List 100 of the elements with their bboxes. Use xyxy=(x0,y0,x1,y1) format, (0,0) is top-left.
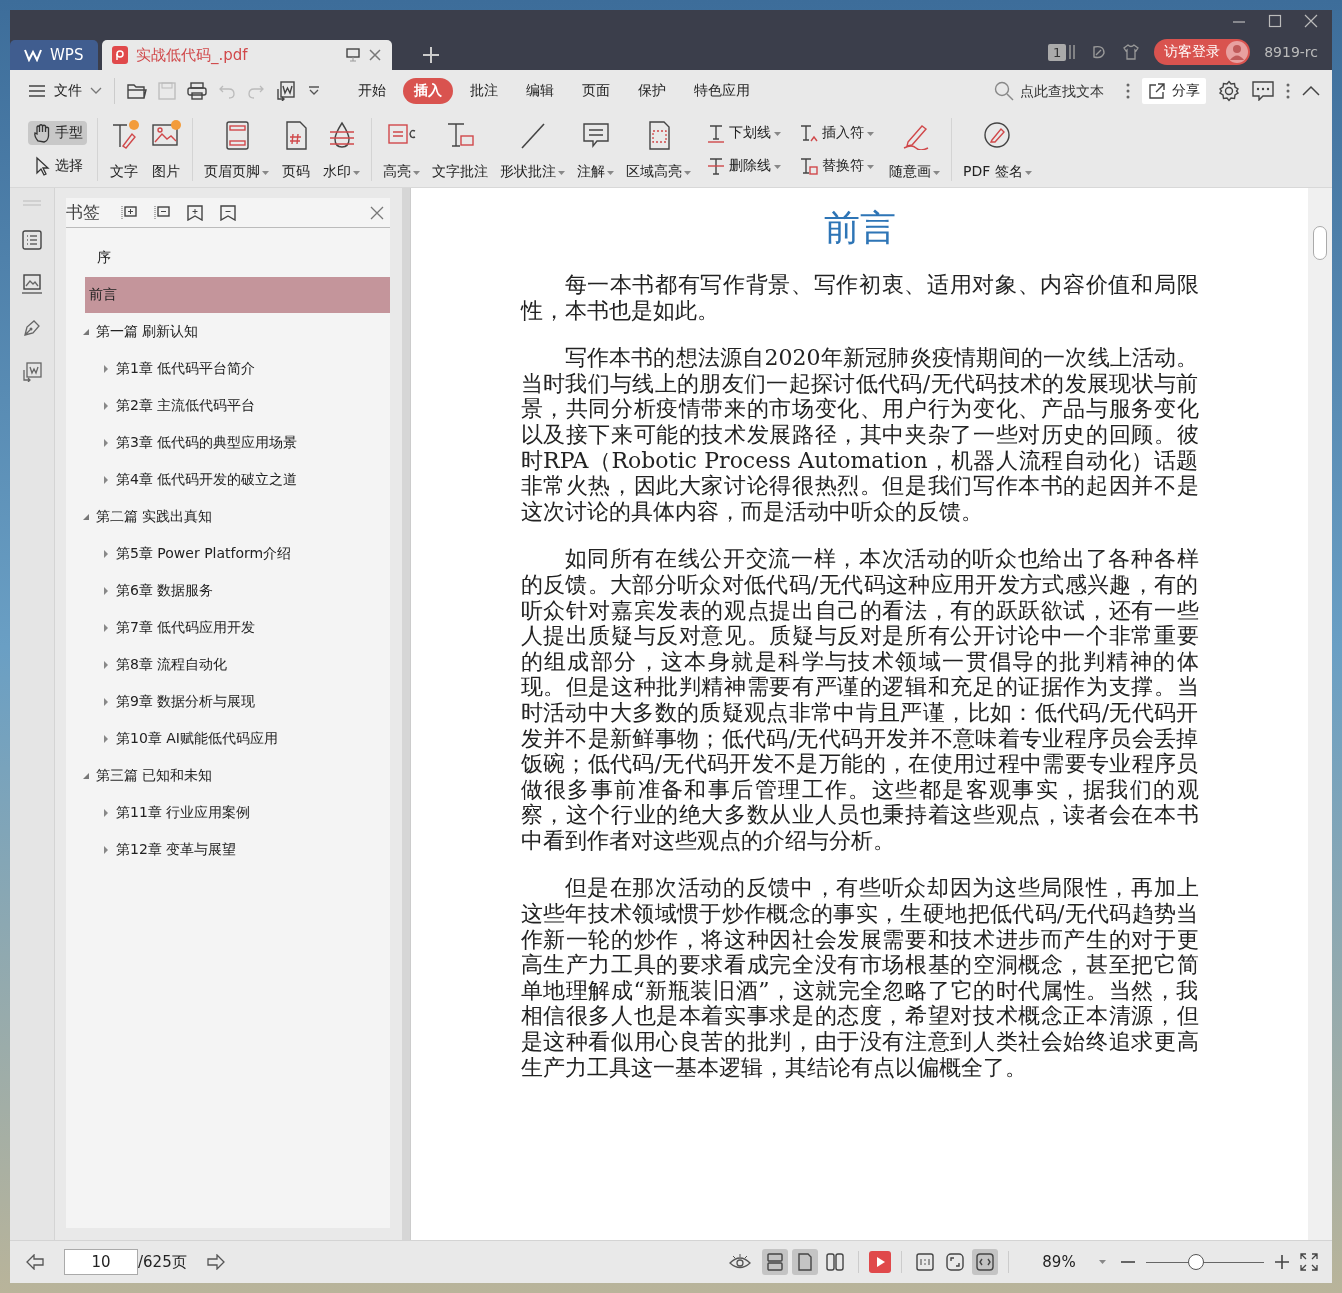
share-button[interactable]: 分享 xyxy=(1142,78,1206,104)
tab[interactable]: 实战低代码_.pdf xyxy=(102,40,392,70)
bookmark-item[interactable]: 第4章 低代码开发的破立之道 xyxy=(74,462,390,498)
caret-icon[interactable] xyxy=(1099,1260,1106,1264)
bookmark-item[interactable]: 第1章 低代码平台简介 xyxy=(74,351,390,387)
user-name: 8919-rc xyxy=(1264,44,1318,60)
collapse-all-icon[interactable] xyxy=(154,204,170,221)
bookmark-item[interactable]: 第二篇 实践出真知 xyxy=(74,499,390,535)
scrollbar[interactable] xyxy=(1308,188,1332,1240)
menu-tab[interactable]: 开始 xyxy=(347,78,397,104)
menu-tab[interactable]: 特色应用 xyxy=(683,78,761,104)
tool-button[interactable]: 删除线 xyxy=(702,154,785,179)
bookmark-item[interactable]: 第10章 AI赋能低代码应用 xyxy=(74,721,390,757)
paragraph: 每一本书都有写作背景、写作初衷、适用对象、内容价值和局限性，本书也是如此。 xyxy=(520,272,1199,324)
shirt-icon[interactable] xyxy=(1122,43,1141,61)
bookmark-item[interactable]: 第5章 Power Platform介绍 xyxy=(74,536,390,572)
window-count-badge[interactable]: 1 xyxy=(1047,43,1077,61)
export-icon[interactable] xyxy=(22,362,42,382)
bookmark-item[interactable]: 第2章 主流低代码平台 xyxy=(74,388,390,424)
expanded-triangle-icon xyxy=(82,772,90,780)
menu-tab[interactable]: 页面 xyxy=(571,78,621,104)
scrollbar-thumb[interactable] xyxy=(1313,226,1327,260)
bookmark-item[interactable]: 第三篇 已知和未知 xyxy=(74,758,390,794)
fullscreen-icon[interactable] xyxy=(1300,1253,1318,1271)
more-icon[interactable] xyxy=(1126,82,1130,100)
page-number-field[interactable]: 10 xyxy=(64,1249,138,1275)
eye-icon[interactable] xyxy=(728,1253,752,1271)
tool-button[interactable]: 图片 xyxy=(146,116,186,183)
maximize-icon[interactable] xyxy=(1268,14,1282,28)
zoom-in-icon[interactable] xyxy=(1274,1254,1290,1270)
tool-button[interactable]: 区域高亮 xyxy=(621,116,696,183)
tool-button[interactable]: 选择 xyxy=(28,154,87,179)
image-icon[interactable] xyxy=(22,274,42,294)
stacked-pages-icon xyxy=(1068,44,1077,60)
fit-mode-button[interactable] xyxy=(972,1249,998,1275)
dropdown-icon[interactable] xyxy=(307,85,321,97)
menu-tab[interactable]: 批注 xyxy=(459,78,509,104)
bookmark-item[interactable]: 第8章 流程自动化 xyxy=(74,647,390,683)
expanded-triangle-icon xyxy=(82,328,90,336)
collapse-chevron-icon[interactable] xyxy=(1302,85,1320,97)
chat-icon[interactable] xyxy=(1252,81,1274,101)
paragraph: 写作本书的想法源自2020年新冠肺炎疫情期间的一次线上活动。当时我们与线上的朋友们一起探讨低代码/无代码技术的发展现状与前景，共同分析疫情带来的市场变化、用户行为变化、产品与服务变化以及接下来可能的技术发展路径，其中夹杂了一些对历史的回顾。彼时RPA（Robotic Process Automation，机器人流程自动化）话题非常火热，因此大家讨论得很热烈。但是我们写作本书的起因并不是这次讨论的具体内容，而是活动中听众的反馈。 xyxy=(520,345,1199,525)
caret-icon xyxy=(90,87,102,95)
monitor-icon[interactable] xyxy=(346,48,360,62)
view-mode-button[interactable] xyxy=(762,1249,788,1275)
tool-button[interactable]: PDF 签名 xyxy=(958,116,1037,183)
tool-button[interactable]: 水印 xyxy=(318,116,365,183)
tool-button[interactable]: 高亮 xyxy=(378,116,425,183)
expand-all-icon[interactable] xyxy=(121,204,137,221)
bookmark-item[interactable]: 第12章 变革与展望 xyxy=(74,832,390,868)
tool-button[interactable]: 形状批注 xyxy=(495,116,570,183)
tool-button[interactable]: 页眉页脚 xyxy=(199,116,274,183)
tool-button[interactable]: 随意画 xyxy=(884,116,945,183)
bookmark-item[interactable]: 序 xyxy=(74,240,390,276)
tab[interactable]: WPS xyxy=(10,40,98,70)
bookmark-item[interactable]: 前言 xyxy=(85,277,390,313)
bookmark-item[interactable]: 第一篇 刷新认知 xyxy=(74,314,390,350)
tool-button[interactable]: 手型 xyxy=(28,120,87,145)
bookmark-item[interactable]: 第11章 行业应用案例 xyxy=(74,795,390,831)
tool-button[interactable]: 替换符 xyxy=(795,154,878,179)
collapsed-triangle-icon xyxy=(102,550,110,558)
view-mode-button[interactable] xyxy=(792,1249,818,1275)
collapsed-triangle-icon xyxy=(102,698,110,706)
bookmark-item[interactable]: 第9章 数据分析与展现 xyxy=(74,684,390,720)
actual-size-icon xyxy=(915,1252,935,1272)
tool-button[interactable]: 页码 xyxy=(276,116,316,183)
menu-tab[interactable]: 保护 xyxy=(627,78,677,104)
menu-tab[interactable]: 编辑 xyxy=(515,78,565,104)
collapsed-triangle-icon xyxy=(102,846,110,854)
folder-icon[interactable] xyxy=(127,82,147,100)
play-icon[interactable] xyxy=(869,1251,891,1273)
login-button[interactable]: 访客登录 xyxy=(1154,39,1251,65)
search-field[interactable]: 点此查找文本 xyxy=(994,81,1114,101)
next-page-icon[interactable] xyxy=(206,1254,225,1270)
add-bookmark-icon[interactable] xyxy=(187,204,203,221)
close-icon[interactable] xyxy=(1304,14,1318,28)
two-page-icon xyxy=(825,1252,845,1272)
close-icon[interactable] xyxy=(370,205,384,220)
tool-button[interactable]: 文字批注 xyxy=(427,116,493,183)
convert-to-word-icon[interactable] xyxy=(276,81,296,101)
menu-tab[interactable]: 插入 xyxy=(403,78,453,104)
bookmark-item[interactable]: 第3章 低代码的典型应用场景 xyxy=(74,425,390,461)
remove-bookmark-icon[interactable] xyxy=(220,204,236,221)
zoom-level[interactable]: 89% xyxy=(1029,1253,1089,1271)
print-icon[interactable] xyxy=(187,82,207,100)
more-icon[interactable] xyxy=(1286,82,1290,100)
pen-nib-icon[interactable] xyxy=(22,318,42,338)
previous-page-icon[interactable] xyxy=(26,1254,44,1270)
tool-button[interactable]: 注解 xyxy=(572,116,619,183)
settings-icon[interactable] xyxy=(1218,80,1240,102)
tool-button[interactable]: 下划线 xyxy=(702,120,785,145)
bookmark-item[interactable]: 第6章 数据服务 xyxy=(74,573,390,609)
file-menu[interactable]: 文件 xyxy=(28,82,102,100)
zoom-slider-thumb[interactable] xyxy=(1187,1253,1204,1270)
close-icon[interactable] xyxy=(368,48,382,62)
tool-button[interactable]: 文字 xyxy=(104,116,144,183)
bookmark-item[interactable]: 第7章 低代码应用开发 xyxy=(74,610,390,646)
tool-button[interactable]: 插入符 xyxy=(795,120,878,145)
outline-list-icon[interactable] xyxy=(22,230,42,250)
add-tab-icon[interactable] xyxy=(422,46,440,64)
